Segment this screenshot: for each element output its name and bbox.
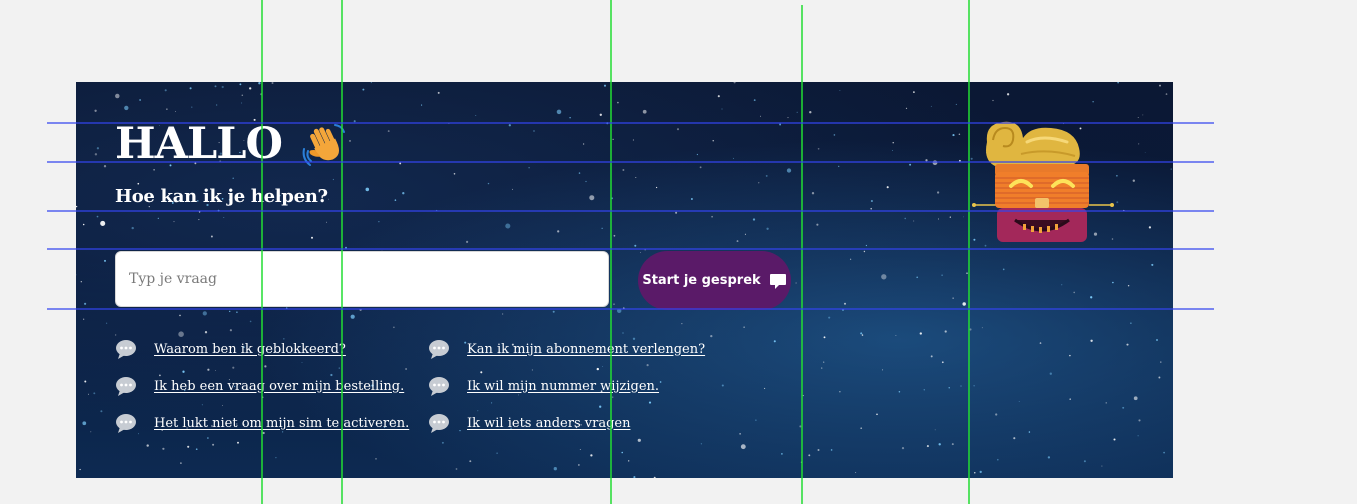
- guide-overlay: [47, 0, 1214, 504]
- page: HALLO Hoe kan ik je helpen? S: [0, 0, 1357, 504]
